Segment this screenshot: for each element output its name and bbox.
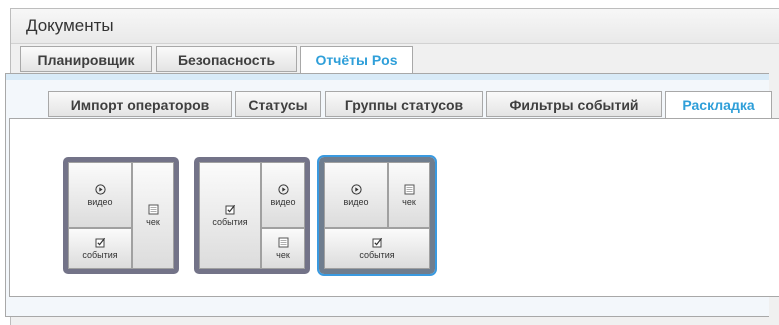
tab-pos-reports[interactable]: Отчёты Pos (300, 46, 413, 74)
tab-statuses[interactable]: Статусы (235, 91, 321, 117)
cell-label: чек (276, 250, 290, 260)
cell-label: чек (146, 217, 160, 227)
tab-operator-import[interactable]: Импорт операторов (48, 91, 232, 117)
layout-option-1[interactable]: видео чек события (63, 157, 179, 274)
tab-scheduler[interactable]: Планировщик (20, 46, 152, 72)
tab-status-groups[interactable]: Группы статусов (325, 91, 483, 117)
layout-cell-video: видео (68, 162, 132, 228)
cell-label: видео (87, 196, 113, 207)
tab-security[interactable]: Безопасность (156, 46, 297, 72)
layout-cell-events: события (324, 228, 430, 269)
layout-cell-video: видео (261, 162, 305, 228)
cell-label: чек (402, 196, 416, 207)
play-icon (94, 183, 106, 195)
cell-label: события (212, 217, 248, 227)
play-icon (277, 183, 289, 195)
layout-cell-receipt: чек (388, 162, 430, 228)
tab-event-filters[interactable]: Фильтры событий (486, 91, 662, 117)
layout-cell-receipt: чек (261, 228, 305, 269)
receipt-icon (278, 237, 289, 248)
layout-cell-events: события (199, 162, 261, 269)
layout-option-3[interactable]: видео чек события (317, 155, 437, 276)
play-icon (350, 183, 362, 195)
checkbox-icon (372, 237, 383, 248)
cell-label: события (82, 250, 118, 260)
layout-cell-events: события (68, 228, 132, 269)
layout-cell-video: видео (324, 162, 388, 228)
checkbox-icon (95, 237, 106, 248)
window-title-bar: Документы (11, 9, 779, 44)
layout-cell-receipt: чек (132, 162, 174, 269)
cell-label: видео (343, 196, 369, 207)
cell-label: события (359, 250, 395, 260)
window-title: Документы (26, 16, 114, 35)
receipt-icon (148, 204, 159, 215)
receipt-icon (404, 184, 415, 195)
layout-option-2[interactable]: события видео чек (194, 157, 310, 274)
tab-layout[interactable]: Раскладка (665, 91, 772, 119)
checkbox-icon (225, 204, 236, 215)
cell-label: видео (270, 196, 296, 207)
